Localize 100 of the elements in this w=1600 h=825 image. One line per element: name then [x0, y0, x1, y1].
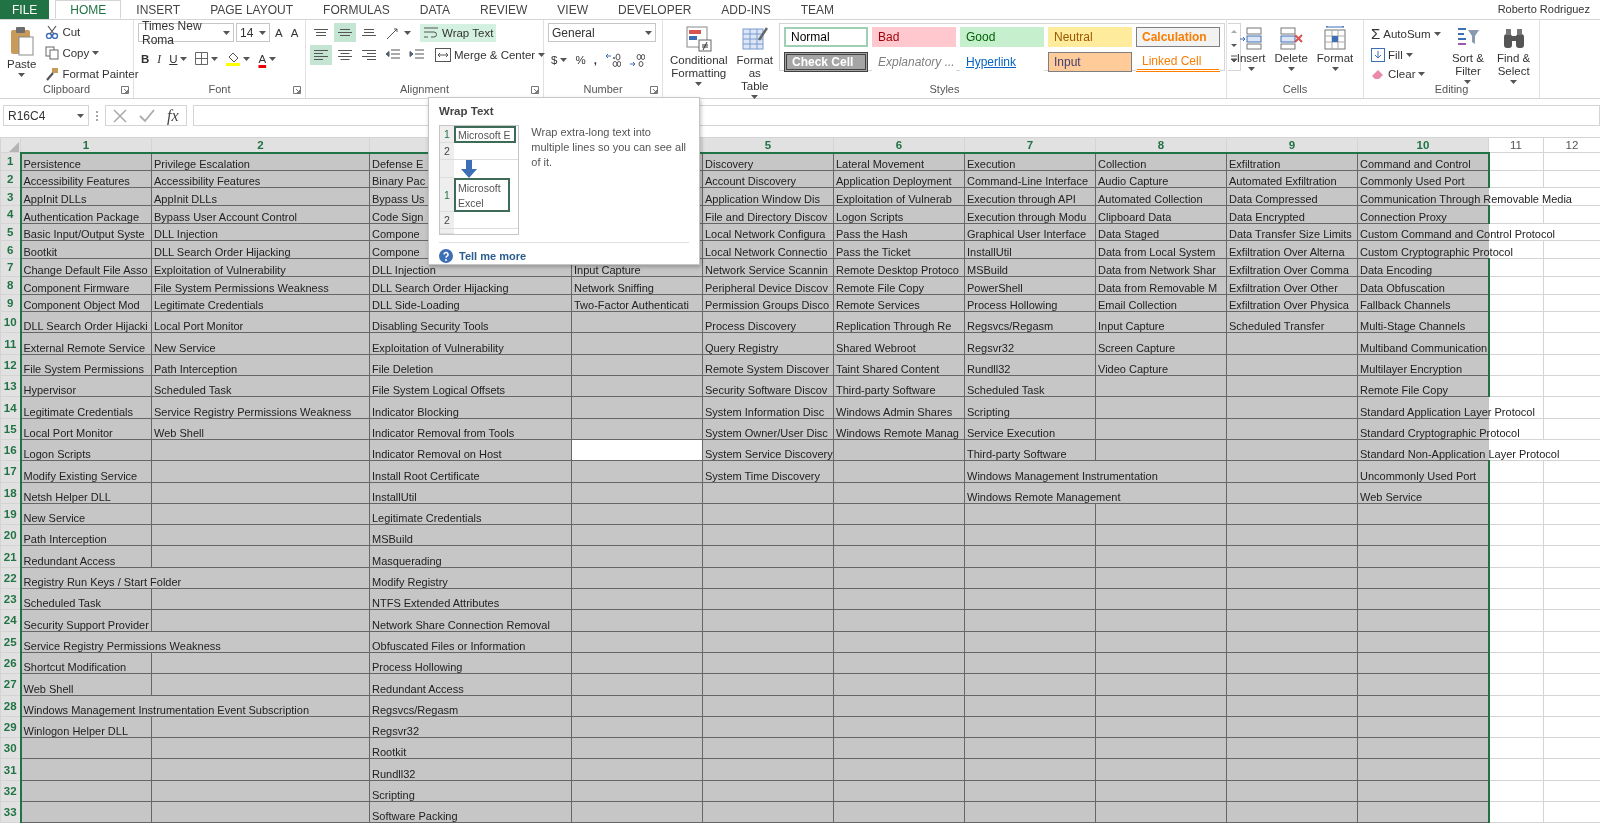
name-box[interactable]: R16C4	[3, 105, 89, 126]
insert-button[interactable]: Insert	[1233, 23, 1269, 74]
ribbon-tab[interactable]: INSERT	[121, 0, 196, 19]
font-name-dropdown[interactable]: Times New Roma	[138, 23, 234, 42]
format-as-table-button[interactable]: Format as Table	[733, 23, 776, 102]
cell-text: Replication Through Re	[836, 320, 952, 333]
ribbon-tab[interactable]: TEAM	[785, 0, 850, 19]
ribbon-tab[interactable]: DEVELOPER	[603, 0, 707, 19]
format-button[interactable]: Format	[1313, 23, 1357, 74]
group-label: Cells	[1282, 83, 1308, 95]
delete-button[interactable]: Delete	[1271, 23, 1311, 74]
font-size-dropdown[interactable]: 14	[236, 23, 270, 42]
cell-style-button[interactable]: Normal	[783, 27, 868, 47]
number-format-dropdown[interactable]: General	[548, 23, 656, 42]
cell-text: Exfiltration Over Physica	[1229, 299, 1349, 312]
caret-icon	[1464, 80, 1472, 84]
merge-center-button[interactable]: Merge & Center	[432, 46, 549, 64]
cell-text: MSBuild	[372, 533, 413, 546]
sigma-symbol: Σ	[1371, 25, 1381, 42]
ribbon-tab[interactable]: VIEW	[542, 0, 603, 19]
cell-text: Pass the Hash	[836, 228, 908, 241]
cell-style-button[interactable]: Good	[959, 27, 1044, 47]
cell-style-button[interactable]: Input	[1047, 52, 1132, 72]
grow-font-button[interactable]: A	[272, 24, 286, 41]
group-label: Number	[583, 83, 623, 95]
column-header[interactable]: 8	[1157, 138, 1165, 151]
currency-button[interactable]: $	[548, 52, 571, 68]
conditional-formatting-button[interactable]: Conditional Formatting	[667, 23, 731, 89]
fill-button[interactable]: Fill	[1368, 46, 1444, 64]
column-header[interactable]: 10	[1416, 138, 1430, 151]
column-header[interactable]: 6	[895, 138, 903, 151]
cell-text: Remote File Copy	[1360, 384, 1449, 397]
underline-button[interactable]: U	[166, 50, 191, 67]
row-header: 1	[440, 178, 454, 212]
cell-text: Multi-Stage Channels	[1360, 320, 1466, 333]
cell-text: Pass the Ticket	[836, 246, 911, 259]
ribbon-tab[interactable]: PAGE LAYOUT	[195, 0, 309, 19]
shrink-font-button[interactable]: A	[287, 24, 302, 41]
tell-me-more-link[interactable]: Tell me more	[439, 249, 689, 263]
ribbon-tab[interactable]: HOME	[55, 0, 122, 19]
align-left-button[interactable]	[310, 45, 332, 65]
cell-text: Exploitation of Vulnerab	[836, 193, 952, 206]
align-top-icon	[314, 29, 328, 36]
clear-button[interactable]: Clear	[1368, 66, 1444, 82]
cell-text: Graphical User Interface	[967, 228, 1087, 241]
column-header[interactable]: 11	[1510, 139, 1522, 151]
find-select-button[interactable]: Find & Select	[1492, 23, 1535, 87]
cell-text: AppInit DLLs	[23, 193, 87, 206]
italic-button[interactable]: I	[154, 50, 165, 67]
cell-text: Indicator Removal on Host	[372, 448, 502, 461]
middle-align-button[interactable]	[334, 23, 356, 42]
percent-button[interactable]: %	[572, 52, 589, 68]
cell-text: Compone	[372, 246, 420, 259]
ribbon-tab[interactable]: FORMULAS	[308, 0, 405, 19]
caret-icon	[259, 30, 266, 35]
cell-text: Data from Removable M	[1098, 281, 1218, 294]
cell-style-button[interactable]: Bad	[871, 27, 956, 47]
cell-text: Local Network Connectio	[705, 246, 828, 259]
cell-text: Bypass User Account Control	[154, 210, 298, 223]
cell-text: Component Firmware	[23, 281, 130, 294]
selected-cell[interactable]: Software Packing	[369, 801, 572, 823]
cell-text: Service Registry Permissions Weakness	[154, 405, 352, 418]
ribbon-tab[interactable]: DATA	[404, 0, 465, 19]
cell-text: Process Discovery	[705, 320, 797, 333]
dialog-launcher-icon	[650, 86, 658, 94]
cell-text: Data from Network Shar	[1098, 263, 1216, 276]
border-icon	[195, 52, 209, 65]
file-tab[interactable]: FILE	[0, 0, 50, 19]
caret-icon	[645, 30, 652, 35]
column-header[interactable]: 9	[1288, 138, 1296, 151]
cell-text: Accessibility Features	[154, 175, 261, 188]
align-center-icon	[338, 50, 352, 60]
column-header[interactable]: 5	[764, 138, 772, 151]
ribbon-tab[interactable]: ADD-INS	[706, 0, 786, 19]
font-color-button[interactable]: A	[255, 50, 280, 67]
column-header[interactable]: 12	[1565, 139, 1579, 151]
cell-text: Account Discovery	[705, 175, 797, 188]
wrap-text-button[interactable]: Wrap Text	[420, 23, 497, 42]
increase-decimal-icon	[604, 53, 621, 67]
cell-text: Local Network Configura	[705, 228, 826, 241]
cell-text: Service Registry Permissions Weakness	[23, 639, 221, 652]
row-header: 2	[440, 212, 454, 229]
column-header[interactable]: 2	[257, 138, 264, 151]
paste-button[interactable]: Paste	[4, 23, 40, 80]
angled-text-icon	[385, 25, 401, 40]
column-header[interactable]: 1	[82, 138, 90, 151]
cell-text: Redundant Access	[372, 682, 464, 695]
autosum-button[interactable]: Σ AutoSum	[1368, 23, 1444, 44]
format-painter-button[interactable]: Format Painter	[42, 65, 142, 83]
cell-text: Windows Management Instrumentation Event Subscription	[23, 703, 310, 716]
cell-text: Disabling Security Tools	[372, 320, 489, 333]
ribbon-tab[interactable]: REVIEW	[465, 0, 543, 19]
cell-text: Lateral Movement	[836, 157, 925, 170]
comma-button[interactable]: ,	[590, 52, 600, 68]
column-header[interactable]: 7	[1026, 138, 1034, 151]
cell-style-button[interactable]: Neutral	[1047, 27, 1132, 47]
cell-text: Multilayer Encryption	[1360, 363, 1463, 376]
cell-text: System Service Discovery	[705, 448, 833, 461]
cell-text: Modify Registry	[372, 576, 448, 589]
user-name[interactable]: Roberto Rodriguez	[1497, 0, 1600, 19]
